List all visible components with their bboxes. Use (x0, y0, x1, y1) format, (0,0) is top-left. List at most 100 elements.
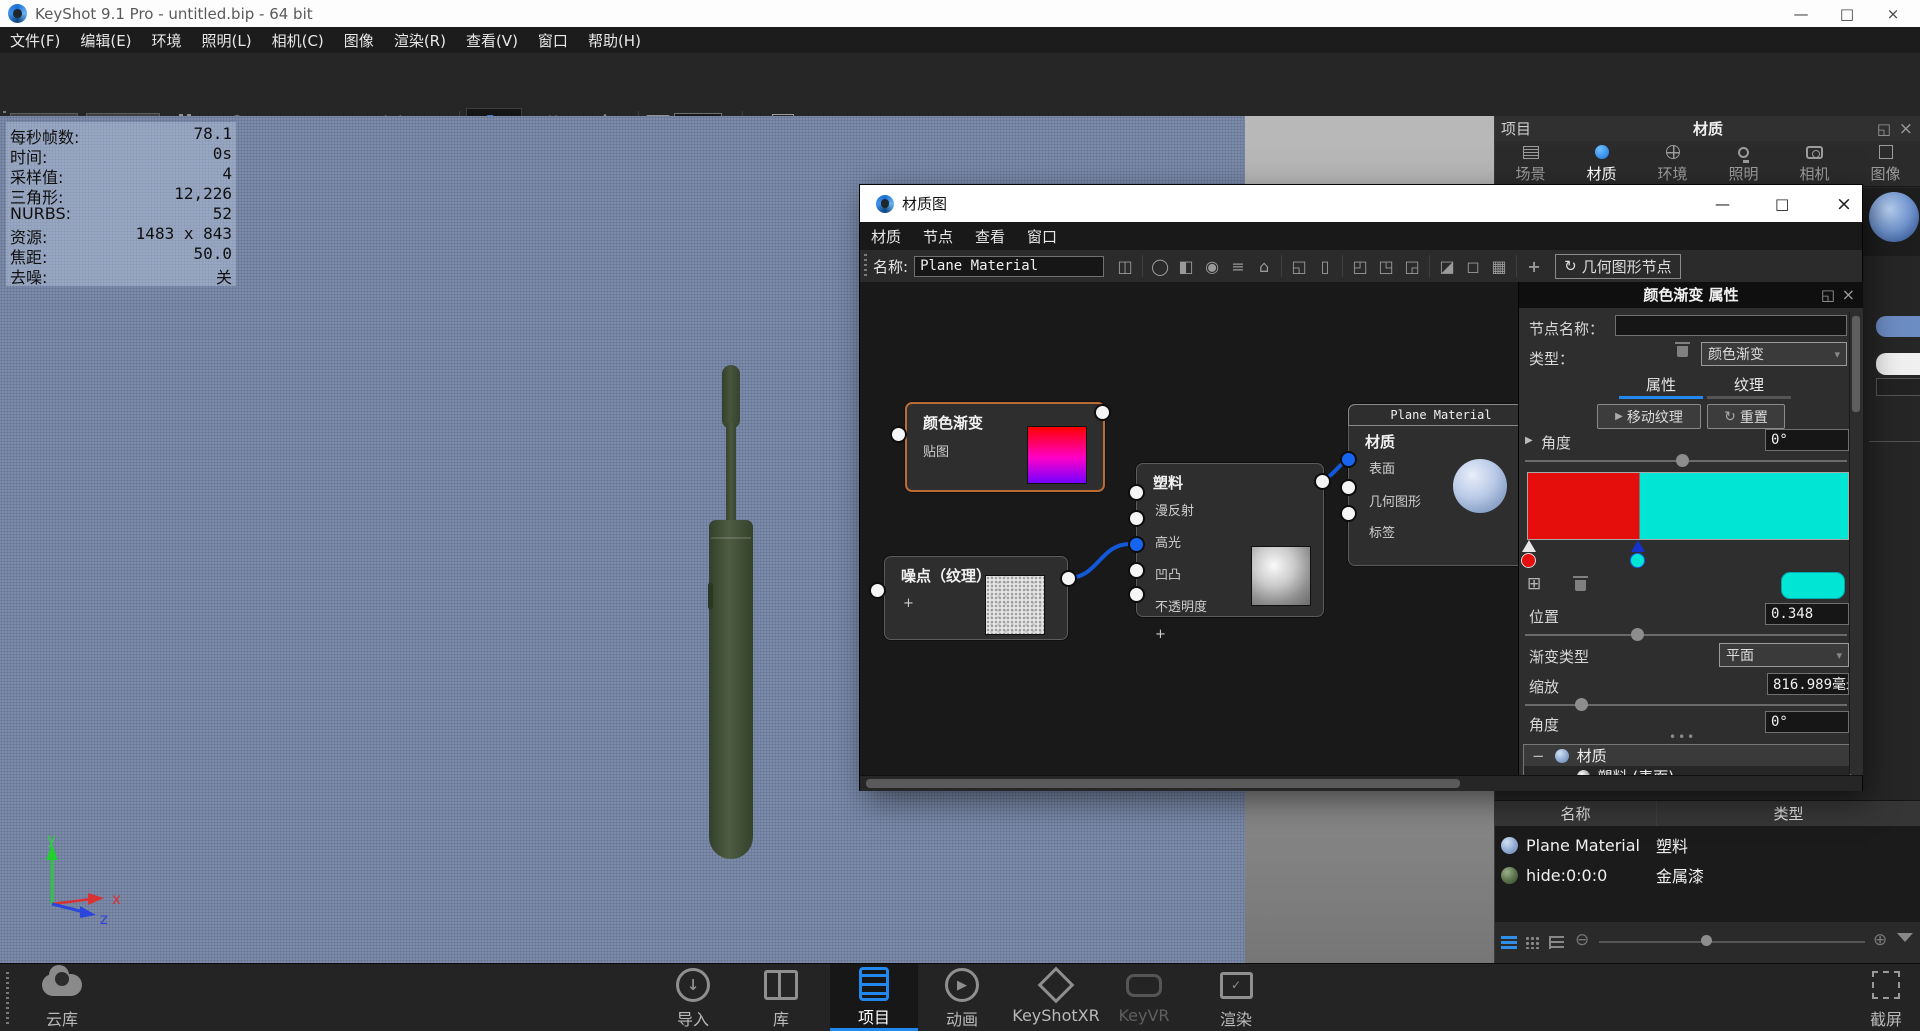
scrollbar-track[interactable] (1849, 312, 1862, 774)
align-icon[interactable]: + (1521, 257, 1547, 276)
menu-render[interactable]: 渲染(R) (384, 30, 456, 51)
menu-window[interactable]: 窗口 (1016, 226, 1068, 247)
column-name[interactable]: 名称 (1495, 801, 1656, 827)
thumbnail-size-slider[interactable] (1599, 941, 1865, 943)
screenshot-button[interactable]: 截屏 (1842, 964, 1920, 1031)
layout-icon[interactable]: ◪ (1434, 257, 1460, 276)
move-texture-button[interactable]: ▶ 移动纹理 (1597, 404, 1701, 429)
geometry-node-toggle[interactable]: ↻ 几何图形节点 (1555, 253, 1681, 279)
toothbrush-model[interactable] (707, 365, 755, 859)
port-noise-input[interactable] (869, 582, 886, 599)
collapse-arrow-icon[interactable]: ▶ (1525, 435, 1533, 446)
menu-edit[interactable]: 编辑(E) (70, 30, 141, 51)
node-canvas[interactable]: 颜色渐变 贴图 噪点（纹理） + 塑料 漫反射 高光 凹凸 不透明度 + Pla… (860, 282, 1518, 775)
tree-row-material[interactable]: − 材质 (1524, 745, 1850, 766)
add-stop-icon[interactable]: ⊞ (1527, 574, 1541, 594)
tree-view-icon[interactable] (1549, 936, 1564, 949)
gradient-stop-marker[interactable] (1631, 540, 1645, 552)
properties-header[interactable]: 颜色渐变 属性 ◱ × (1519, 282, 1863, 308)
position-slider[interactable] (1525, 634, 1847, 636)
list-view-icon[interactable] (1501, 936, 1517, 949)
panel-splitter-dots[interactable]: ••• (1669, 730, 1696, 744)
tab-lighting[interactable]: 照明 (1708, 141, 1779, 186)
scale-slider[interactable] (1525, 704, 1847, 706)
tab-scene[interactable]: 场景 (1495, 141, 1566, 186)
port-surface[interactable] (1340, 451, 1357, 468)
position-slider-handle[interactable] (1631, 628, 1644, 641)
delete-stop-icon[interactable] (1572, 576, 1588, 591)
material-graph-titlebar[interactable]: 材质图 — □ × (860, 185, 1862, 222)
minimize-icon[interactable]: — (1715, 195, 1730, 213)
project-button[interactable]: 项目 (830, 964, 918, 1031)
port-specular[interactable] (1128, 510, 1145, 527)
angle2-field[interactable]: 0° (1765, 711, 1849, 733)
maximize-button[interactable]: □ (1824, 5, 1870, 23)
color-swatch-sliver[interactable] (1876, 353, 1920, 375)
menu-node[interactable]: 节点 (912, 226, 964, 247)
tab-image[interactable]: 图像 (1850, 141, 1920, 186)
fit-view-icon[interactable]: ◻ (1460, 257, 1486, 276)
node-noise-texture[interactable]: 噪点（纹理） + (884, 556, 1068, 640)
actual-size-icon[interactable]: ▦ (1486, 257, 1512, 276)
menu-material[interactable]: 材质 (860, 226, 912, 247)
gradient-stop-marker[interactable] (1522, 540, 1536, 552)
undock-icon[interactable]: ◱ (1877, 120, 1891, 138)
port-geometry[interactable] (1340, 479, 1357, 496)
angle-slider-handle[interactable] (1676, 454, 1689, 467)
menu-environment[interactable]: 环境 (142, 30, 192, 51)
keyshotxr-button[interactable]: KeyShotXR (1006, 964, 1106, 1031)
scrollbar-thumb[interactable] (1852, 316, 1860, 412)
reset-button[interactable]: ↻ 重置 (1707, 404, 1785, 429)
cloud-library-button[interactable]: 云库 (18, 964, 106, 1031)
delete-node-icon[interactable] (1675, 342, 1690, 357)
zoom-out-icon[interactable]: ⊖ (1575, 930, 1589, 950)
collapse-icon[interactable]: − (1532, 747, 1545, 765)
column-type[interactable]: 类型 (1656, 801, 1920, 827)
position-field[interactable]: 0.348 (1765, 603, 1849, 625)
close-icon[interactable]: × (1836, 193, 1852, 215)
port-label[interactable] (1340, 505, 1357, 522)
tab-material[interactable]: 材质 (1566, 141, 1637, 189)
filter-funnel-icon[interactable] (1897, 933, 1913, 942)
table-row[interactable]: hide:0:0:0 金属漆 (1495, 860, 1920, 890)
minimize-button[interactable]: — (1778, 5, 1824, 23)
angle-field[interactable]: 0° (1765, 429, 1849, 451)
port-diffuse[interactable] (1128, 484, 1145, 501)
tab-camera[interactable]: 相机 (1779, 141, 1850, 186)
library-button[interactable]: 库 (737, 964, 825, 1031)
scale-field[interactable]: 816.989毫米 (1767, 673, 1849, 695)
close-icon[interactable]: × (1842, 285, 1855, 304)
table-row[interactable]: Plane Material 塑料 (1495, 830, 1920, 860)
import-button[interactable]: ↓ 导入 (649, 964, 737, 1031)
copy-material-icon[interactable]: ◰ (1347, 257, 1373, 276)
settings-icon[interactable]: ≡ (1225, 257, 1251, 276)
node-plastic[interactable]: 塑料 漫反射 高光 凹凸 不透明度 + (1136, 463, 1324, 642)
menu-view[interactable]: 查看(V) (456, 30, 528, 51)
gradient-bar[interactable] (1527, 472, 1849, 540)
preview-icon[interactable]: ◉ (1199, 257, 1225, 276)
tab-texture[interactable]: 纹理 (1707, 374, 1791, 399)
h-scrollbar-thumb[interactable] (866, 779, 1460, 788)
menu-image[interactable]: 图像 (334, 30, 384, 51)
link-material-icon[interactable]: ◲ (1399, 257, 1425, 276)
material-name-input[interactable] (914, 255, 1105, 277)
render-button[interactable]: ✓ 渲染 (1192, 964, 1280, 1031)
zoom-icon[interactable]: ◯ (1147, 257, 1173, 276)
menu-window[interactable]: 窗口 (528, 30, 578, 51)
port-noise-output[interactable] (1060, 570, 1077, 587)
library-icon[interactable]: ⌂ (1251, 257, 1277, 276)
color-swatch-sliver[interactable] (1876, 316, 1920, 337)
save-icon[interactable]: ◫ (1112, 257, 1138, 276)
paste-material-icon[interactable]: ◳ (1373, 257, 1399, 276)
gradient-stop-cyan[interactable] (1630, 553, 1645, 568)
duplicate-icon[interactable]: ◱ (1286, 257, 1312, 276)
menu-help[interactable]: 帮助(H) (578, 30, 651, 51)
stop-color-swatch[interactable] (1781, 572, 1845, 599)
node-plane-material[interactable]: Plane Material 材质 表面 几何图形 标签 (1348, 404, 1518, 566)
maximize-icon[interactable]: □ (1775, 195, 1789, 213)
type-dropdown[interactable]: 颜色渐变 ▾ (1701, 342, 1847, 366)
animation-button[interactable]: ▶ 动画 (918, 964, 1006, 1031)
delete-icon[interactable]: ▯ (1312, 257, 1338, 276)
menu-camera[interactable]: 相机(C) (262, 30, 334, 51)
tab-environment[interactable]: 环境 (1637, 141, 1708, 186)
